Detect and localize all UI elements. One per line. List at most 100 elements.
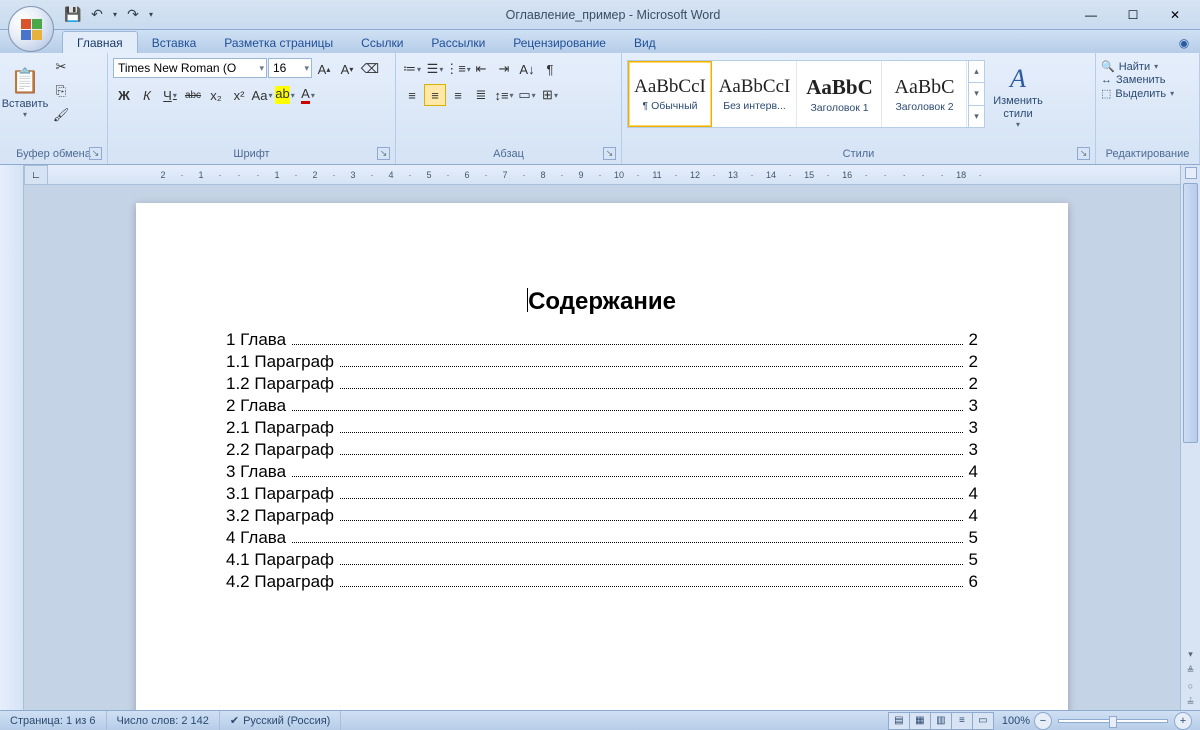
sort-button[interactable]: A↓ [516,58,538,80]
prev-page[interactable]: ≜ [1181,662,1200,678]
view-outline[interactable]: ≡ [951,712,973,730]
line-spacing-button[interactable]: ↕≡ [493,84,515,106]
qat-redo-button[interactable]: ↷ [122,4,144,26]
zoom-in-button[interactable]: + [1174,712,1192,730]
superscript-button[interactable]: x² [228,84,250,106]
align-left-button[interactable]: ≡ [401,84,423,106]
toc-line[interactable]: 2.2 Параграф 3 [226,440,978,460]
document-page[interactable]: Содержание 1 Глава 21.1 Параграф 21.2 Па… [136,203,1068,710]
style-heading-1[interactable]: AaBbC Заголовок 1 [798,61,882,127]
tab-review[interactable]: Рецензирование [499,32,620,53]
replace-button[interactable]: ↔Заменить [1101,74,1165,86]
tab-references[interactable]: Ссылки [347,32,417,53]
status-language[interactable]: ✔Русский (Россия) [220,711,342,730]
vertical-ruler[interactable] [0,165,24,710]
shading-button[interactable]: ▭ [516,84,538,106]
toc-line[interactable]: 4.2 Параграф 6 [226,572,978,592]
qat-undo-drop[interactable]: ▾ [110,4,120,26]
subscript-button[interactable]: x₂ [205,84,227,106]
view-web-layout[interactable]: ▥ [930,712,952,730]
toc-line[interactable]: 3.1 Параграф 4 [226,484,978,504]
view-print-layout[interactable]: ▤ [888,712,910,730]
show-marks-button[interactable]: ¶ [539,58,561,80]
office-button[interactable] [4,2,62,60]
change-case-button[interactable]: Aa [251,84,273,106]
borders-button[interactable]: ⊞ [539,84,561,106]
tab-page-layout[interactable]: Разметка страницы [210,32,347,53]
increase-indent-button[interactable]: ⇥ [493,58,515,80]
qat-save-button[interactable]: 💾 [62,4,84,26]
style-no-spacing[interactable]: AaBbCcI Без интерв... [713,61,797,127]
bullets-button[interactable]: ≔ [401,58,423,80]
style-more[interactable]: ▾ [969,106,984,127]
toc-line[interactable]: 1 Глава 2 [226,330,978,350]
decrease-indent-button[interactable]: ⇤ [470,58,492,80]
tab-mailings[interactable]: Рассылки [417,32,499,53]
tab-view[interactable]: Вид [620,32,670,53]
font-size-select[interactable]: 16 [268,58,312,78]
view-draft[interactable]: ▭ [972,712,994,730]
multilevel-list-button[interactable]: ⋮≡ [447,58,469,80]
zoom-slider[interactable] [1058,719,1168,723]
toc-line[interactable]: 2.1 Параграф 3 [226,418,978,438]
style-heading-2[interactable]: AaBbC Заголовок 2 [883,61,967,127]
highlight-button[interactable]: ab [274,84,296,106]
toc-line[interactable]: 1.2 Параграф 2 [226,374,978,394]
toc-line[interactable]: 2 Глава 3 [226,396,978,416]
change-styles-button[interactable]: A Изменить стили ▾ [988,60,1048,132]
underline-button[interactable]: Ч [159,84,181,106]
select-button[interactable]: ⬚Выделить▾ [1101,87,1174,100]
style-row-down[interactable]: ▾ [969,83,984,105]
document-area: ∟ 2·1···1·2·3·4·5·6·7·8·9·10·11·12·13·14… [0,165,1200,710]
view-full-screen[interactable]: ▦ [909,712,931,730]
numbering-button[interactable]: ☰ [424,58,446,80]
toc-line[interactable]: 4.1 Параграф 5 [226,550,978,570]
tab-home[interactable]: Главная [62,31,138,53]
bold-button[interactable]: Ж [113,84,135,106]
clipboard-dialog-launcher[interactable]: ↘ [89,147,102,160]
paste-button[interactable]: 📋 Вставить ▾ [3,56,47,128]
zoom-out-button[interactable]: − [1034,712,1052,730]
strikethrough-button[interactable]: abc [182,84,204,106]
maximize-button[interactable]: ☐ [1112,4,1154,26]
zoom-value[interactable]: 100% [1002,715,1030,727]
toc-line[interactable]: 3.2 Параграф 4 [226,506,978,526]
help-icon[interactable]: ◉ [1174,33,1194,53]
align-center-button[interactable]: ≡ [424,84,446,106]
browse-object[interactable]: ○ [1181,678,1200,694]
style-normal[interactable]: AaBbCcI ¶ Обычный [628,61,712,127]
font-color-button[interactable]: A [297,84,319,106]
font-dialog-launcher[interactable]: ↘ [377,147,390,160]
ruler-toggle[interactable] [1185,167,1197,179]
ribbon: 📋 Вставить ▾ ✂ ⎘ 🖌 Буфер обмена↘ Times N… [0,53,1200,165]
scroll-down[interactable]: ▾ [1181,646,1200,662]
format-painter-button[interactable]: 🖌 [50,104,72,126]
font-name-select[interactable]: Times New Roman (О [113,58,267,78]
clear-formatting-button[interactable]: ⌫ [359,58,381,80]
find-button[interactable]: 🔍Найти▾ [1101,60,1158,73]
next-page[interactable]: ≟ [1181,694,1200,710]
tab-insert[interactable]: Вставка [138,32,211,53]
shrink-font-button[interactable]: A▾ [336,58,358,80]
paragraph-dialog-launcher[interactable]: ↘ [603,147,616,160]
toc-line[interactable]: 1.1 Параграф 2 [226,352,978,372]
toc-line[interactable]: 4 Глава 5 [226,528,978,548]
copy-button[interactable]: ⎘ [50,80,72,102]
status-page[interactable]: Страница: 1 из 6 [0,711,107,730]
styles-dialog-launcher[interactable]: ↘ [1077,147,1090,160]
scroll-thumb[interactable] [1183,183,1198,443]
minimize-button[interactable]: — [1070,4,1112,26]
qat-customize[interactable]: ▾ [146,4,156,26]
status-words[interactable]: Число слов: 2 142 [107,711,220,730]
toc-line[interactable]: 3 Глава 4 [226,462,978,482]
qat-undo-button[interactable]: ↶ [86,4,108,26]
close-button[interactable]: ✕ [1154,4,1196,26]
tab-selector[interactable]: ∟ [24,165,48,185]
grow-font-button[interactable]: A▴ [313,58,335,80]
justify-button[interactable]: ≣ [470,84,492,106]
horizontal-ruler[interactable]: 2·1···1·2·3·4·5·6·7·8·9·10·11·12·13·14·1… [48,165,1180,185]
align-right-button[interactable]: ≡ [447,84,469,106]
style-row-up[interactable]: ▴ [969,61,984,83]
vertical-scrollbar[interactable]: ▴ ▾ ≜ ○ ≟ [1180,165,1200,710]
italic-button[interactable]: К [136,84,158,106]
